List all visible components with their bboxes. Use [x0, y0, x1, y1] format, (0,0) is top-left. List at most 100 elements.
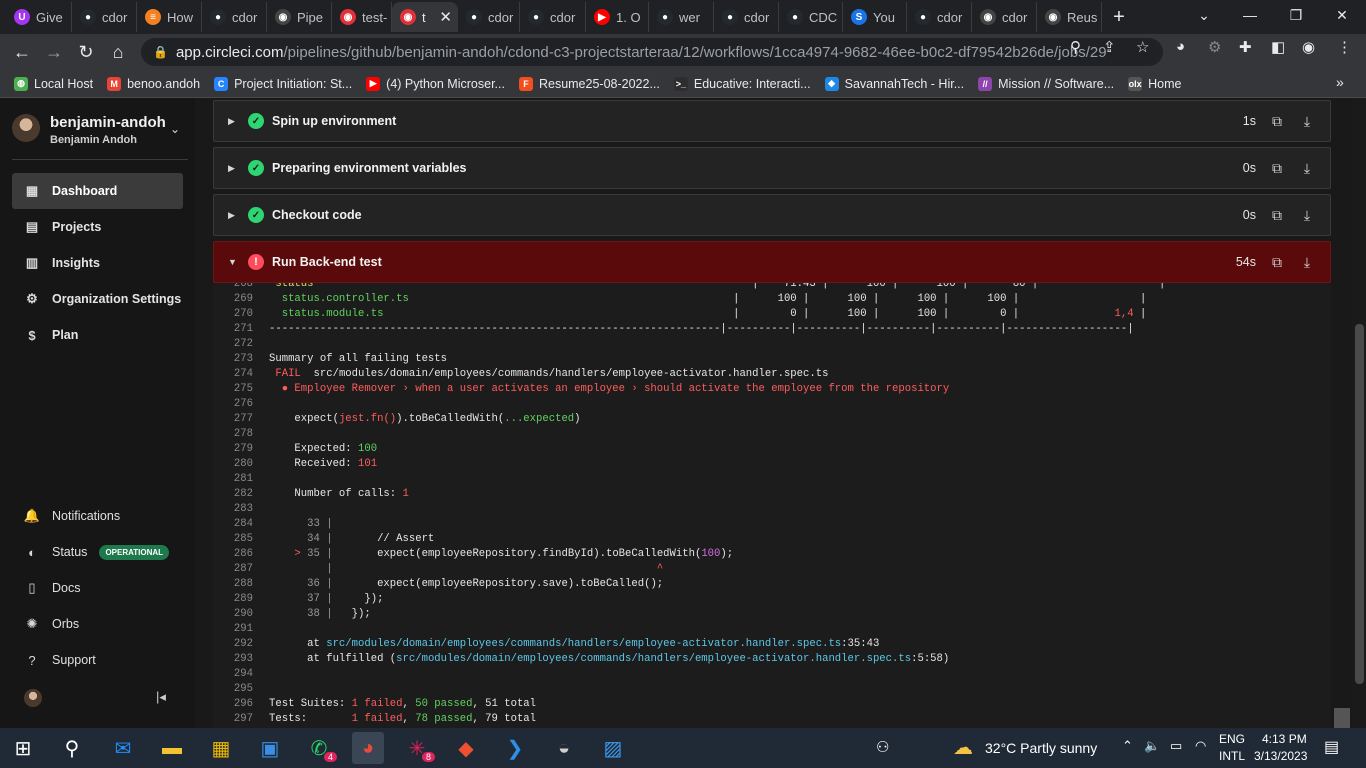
bookmark-item[interactable]: >_ Educative: Interacti...: [673, 76, 811, 91]
bookmark-item[interactable]: ◍ Local Host: [14, 76, 93, 91]
news-app-icon[interactable]: ▣: [254, 732, 286, 764]
step-row[interactable]: ▼! Run Back-end test 54s ⧉ ⤓: [213, 241, 1331, 283]
tab-17[interactable]: ◉ Reus: [1037, 2, 1102, 32]
profile-avatar-icon[interactable]: ◉: [1302, 38, 1315, 56]
bookmark-item[interactable]: C Project Initiation: St...: [214, 76, 352, 91]
sidebar-item-notifications[interactable]: 🔔 Notifications: [24, 505, 120, 527]
side-panel-icon[interactable]: ◧: [1271, 38, 1285, 56]
tab-15[interactable]: ● cdor: [907, 2, 972, 32]
step-row[interactable]: ▶ ✓ Checkout code 0s ⧉ ⤓: [213, 194, 1331, 236]
sidebar-item-organization-settings[interactable]: ⚙ Organization Settings: [12, 281, 183, 317]
step-row[interactable]: ▶ ✓ Preparing environment variables 0s ⧉ ⤓: [213, 147, 1331, 189]
close-icon[interactable]: ✕: [439, 8, 452, 26]
collapse-sidebar-icon[interactable]: |◂: [156, 689, 166, 705]
wifi-icon[interactable]: ◠: [1195, 738, 1206, 754]
lang-primary[interactable]: ENG: [1219, 732, 1245, 746]
tab-search-icon[interactable]: ⌄: [1181, 0, 1227, 30]
file-explorer-icon[interactable]: ▬: [156, 732, 188, 764]
reload-button[interactable]: ↻: [72, 38, 100, 66]
tab-2[interactable]: ● cdor: [72, 2, 137, 32]
tab-4[interactable]: ● cdor: [202, 2, 267, 32]
weather-text[interactable]: 32°C Partly sunny: [985, 740, 1097, 756]
home-button[interactable]: ⌂: [104, 38, 132, 66]
download-icon[interactable]: ⤓: [1298, 206, 1316, 224]
tab-13[interactable]: ● CDC: [779, 2, 843, 32]
bookmarks-overflow-icon[interactable]: »: [1336, 74, 1344, 90]
tab-1[interactable]: U Give: [6, 2, 72, 32]
open-external-icon[interactable]: ⧉: [1268, 112, 1286, 130]
chevron-up-icon[interactable]: ⌃: [1122, 738, 1133, 754]
org-switcher[interactable]: benjamin-andoh Benjamin Andoh ⌄: [12, 114, 180, 146]
sidebar-item-support[interactable]: ? Support: [24, 649, 95, 671]
search-icon[interactable]: ⚲: [56, 732, 88, 764]
download-icon[interactable]: ⤓: [1298, 159, 1316, 177]
download-icon[interactable]: ⤓: [1298, 112, 1316, 130]
zoom-icon[interactable]: ⚲: [1070, 38, 1081, 56]
user-avatar-icon[interactable]: [24, 689, 42, 707]
volume-icon[interactable]: 🔈: [1144, 738, 1160, 754]
clock-time[interactable]: 4:13 PM: [1262, 732, 1307, 746]
page-scrollbar[interactable]: [1352, 98, 1366, 728]
lang-secondary[interactable]: INTL: [1219, 749, 1245, 763]
chrome-icon[interactable]: ◕: [352, 732, 384, 764]
tab-8[interactable]: ● cdor: [458, 2, 520, 32]
chevron-right-icon[interactable]: ▶: [228, 116, 238, 127]
sidebar-item-docs[interactable]: ▯ Docs: [24, 577, 80, 599]
extension-owl-icon[interactable]: ◕: [1176, 38, 1185, 55]
bookmark-item[interactable]: F Resume25-08-2022...: [518, 76, 660, 91]
tab-7[interactable]: ◉ t ✕: [392, 2, 458, 32]
bookmark-item[interactable]: olx Home: [1128, 76, 1181, 91]
start-button[interactable]: ⊞: [7, 732, 39, 764]
sidebar-item-orbs[interactable]: ✺ Orbs: [24, 613, 80, 635]
photos-icon[interactable]: ▨: [597, 732, 629, 764]
share-icon[interactable]: ⇪: [1103, 38, 1116, 56]
sidebar-item-projects[interactable]: ▤ Projects: [12, 209, 183, 245]
extension-gear-icon[interactable]: ⚙: [1208, 38, 1221, 56]
tab-10[interactable]: ▶ 1. O: [586, 2, 649, 32]
bookmark-item[interactable]: Mbenoo.andoh: [107, 76, 200, 91]
bookmark-item[interactable]: // Mission // Software...: [978, 76, 1114, 91]
log-scrollbar[interactable]: [1334, 708, 1350, 728]
mail-app-icon[interactable]: ✉: [107, 732, 139, 764]
tab-3[interactable]: ≡ How: [137, 2, 202, 32]
open-external-icon[interactable]: ⧉: [1268, 159, 1286, 177]
sidebar-item-status[interactable]: ◐ Status OPERATIONAL: [24, 541, 170, 563]
sidebar-item-dashboard[interactable]: ▦ Dashboard: [12, 173, 183, 209]
chevron-right-icon[interactable]: ▶: [228, 163, 238, 174]
battery-icon[interactable]: ▭: [1170, 738, 1182, 754]
forward-button[interactable]: →: [40, 38, 68, 66]
git-app-icon[interactable]: ◆: [450, 732, 482, 764]
open-external-icon[interactable]: ⧉: [1268, 206, 1286, 224]
tab-12[interactable]: ● cdor: [714, 2, 779, 32]
tab-11[interactable]: ● wer: [649, 2, 714, 32]
extensions-puzzle-icon[interactable]: ✚: [1239, 38, 1252, 56]
new-tab-button[interactable]: +: [1096, 2, 1142, 32]
bookmark-item[interactable]: ◆ SavannahTech - Hir...: [824, 76, 964, 91]
whatsapp-icon[interactable]: ✆ 4: [303, 732, 337, 764]
url-bar[interactable]: 🔒 app.circleci.com/pipelines/github/benj…: [141, 38, 1163, 66]
tab-9[interactable]: ● cdor: [520, 2, 586, 32]
notification-center-icon[interactable]: ▤: [1324, 737, 1339, 757]
open-external-icon[interactable]: ⧉: [1268, 253, 1286, 271]
chevron-down-icon[interactable]: ▼: [228, 257, 238, 267]
weather-icon[interactable]: ☁: [953, 735, 973, 760]
tab-5[interactable]: ◉ Pipe: [267, 2, 332, 32]
minimize-button[interactable]: —: [1227, 0, 1273, 30]
sidebar-item-insights[interactable]: ▥ Insights: [12, 245, 183, 281]
download-icon[interactable]: ⤓: [1298, 253, 1316, 271]
satellite-app-icon[interactable]: ◒: [548, 732, 580, 764]
tab-6[interactable]: ◉ test-: [332, 2, 392, 32]
bookmark-item[interactable]: ▶ (4) Python Microser...: [366, 76, 505, 91]
tab-16[interactable]: ◉ cdor: [972, 2, 1037, 32]
slack-icon[interactable]: ✳ 8: [401, 732, 435, 764]
store-icon[interactable]: ▦: [205, 732, 237, 764]
menu-kebab-icon[interactable]: ⋮: [1337, 38, 1352, 56]
chevron-right-icon[interactable]: ▶: [228, 210, 238, 221]
people-icon[interactable]: ⚇: [876, 738, 889, 756]
step-row[interactable]: ▶ ✓ Spin up environment 1s ⧉ ⤓: [213, 100, 1331, 142]
back-button[interactable]: ←: [8, 38, 36, 66]
close-window-button[interactable]: ✕: [1319, 0, 1365, 30]
sidebar-item-plan[interactable]: $ Plan: [12, 317, 183, 353]
clock-date[interactable]: 3/13/2023: [1254, 749, 1307, 763]
bookmark-star-icon[interactable]: ☆: [1136, 38, 1149, 56]
